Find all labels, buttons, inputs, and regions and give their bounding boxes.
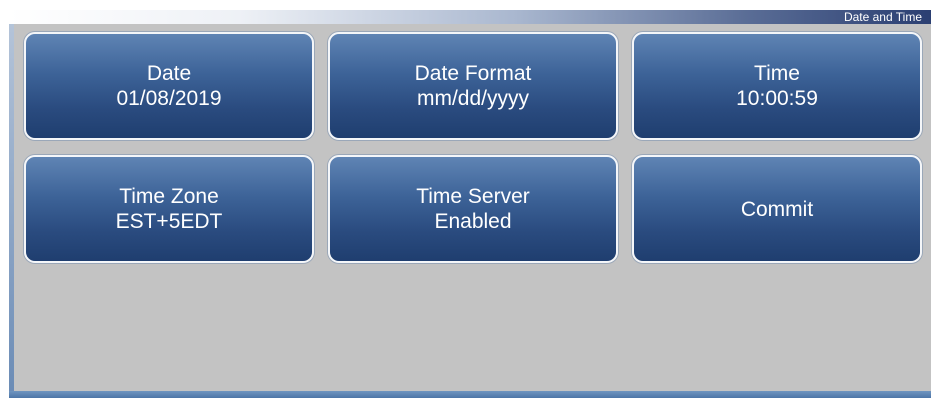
time-zone-button[interactable]: Time Zone EST+5EDT [24,155,314,263]
bottom-bar [9,391,931,398]
time-button-value: 10:00:59 [736,87,818,110]
left-edge-strip [9,10,14,398]
time-button[interactable]: Time 10:00:59 [632,32,922,140]
page-title: Date and Time [843,10,922,24]
date-button-label: Date [146,62,192,85]
time-server-button-label: Time Server [416,185,530,208]
commit-button-label: Commit [740,197,814,221]
date-format-button[interactable]: Date Format mm/dd/yyyy [328,32,618,140]
date-format-button-label: Date Format [414,62,532,85]
title-bar: Date and Time [9,10,931,24]
date-format-button-value: mm/dd/yyyy [416,87,529,110]
time-server-button[interactable]: Time Server Enabled [328,155,618,263]
date-button[interactable]: Date 01/08/2019 [24,32,314,140]
time-button-label: Time [754,62,800,85]
date-time-screen: Date and Time Date 01/08/2019 Date Forma… [9,10,931,398]
time-zone-button-label: Time Zone [119,185,219,208]
time-server-button-value: Enabled [434,210,512,233]
time-zone-button-value: EST+5EDT [115,210,223,233]
date-button-value: 01/08/2019 [116,87,222,110]
commit-button[interactable]: Commit [632,155,922,263]
